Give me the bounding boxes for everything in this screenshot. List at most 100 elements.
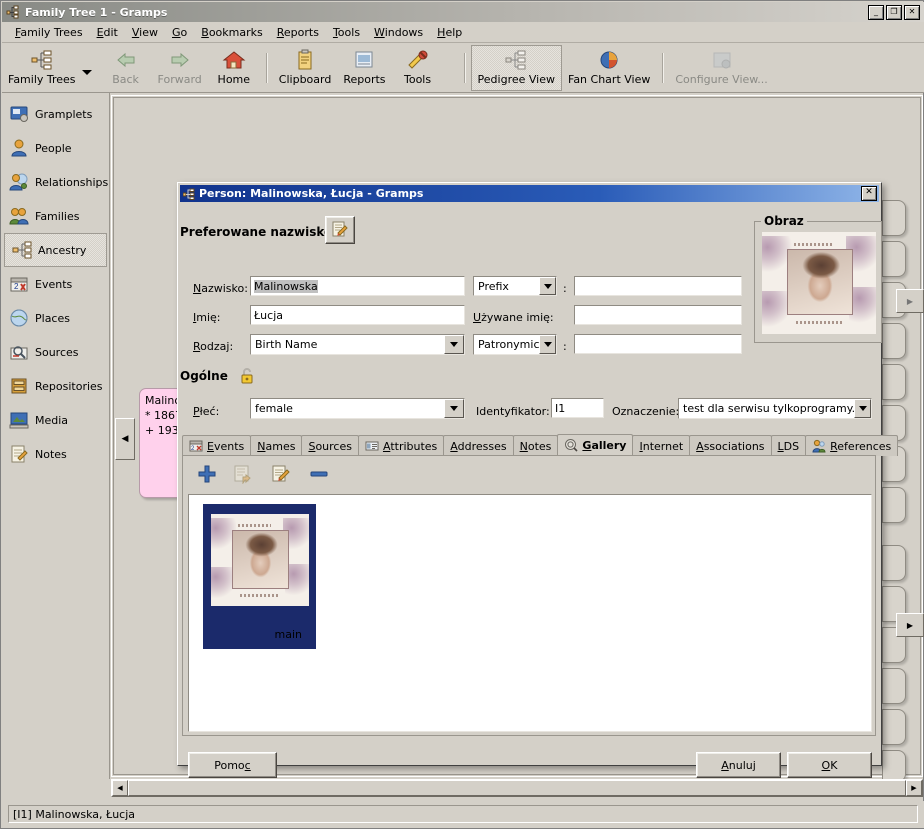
remove-media-button[interactable] (307, 463, 331, 487)
help-button-label: Pomoc (214, 758, 251, 772)
toolbar-clipboard[interactable]: Clipboard (273, 45, 338, 91)
sidebar-item-label: Ancestry (38, 243, 87, 257)
chevron-down-icon[interactable] (444, 335, 464, 354)
gallery-magnifier-icon (564, 438, 578, 452)
maximize-button[interactable]: ❐ (886, 4, 902, 20)
close-button[interactable]: ✕ (904, 4, 920, 20)
add-media-button[interactable] (195, 463, 219, 487)
toolbar-tools[interactable]: Tools (392, 45, 444, 91)
menu-reports[interactable]: Reports (270, 24, 326, 41)
toolbar-family-trees[interactable]: Family Trees (2, 45, 82, 91)
surname-suffix-input[interactable] (574, 276, 742, 296)
sidebar-item-media[interactable]: Media (2, 403, 109, 437)
pedigree-person-stub[interactable] (882, 323, 906, 359)
menu-help[interactable]: Help (430, 24, 469, 41)
menu-family-trees[interactable]: Family Trees (8, 24, 90, 41)
minimize-button[interactable]: _ (868, 4, 884, 20)
pedigree-expand-right-button-top[interactable]: ▶ (896, 289, 924, 313)
status-bar-text: [I1] Malinowska, Łucja (8, 805, 918, 823)
tab-associations[interactable]: Associations (689, 435, 772, 456)
chevron-down-icon[interactable] (444, 399, 464, 418)
ok-button[interactable]: OK (787, 752, 872, 778)
sidebar-item-people[interactable]: People (2, 131, 109, 165)
pedigree-person-stub[interactable] (882, 545, 906, 581)
dialog-close-button[interactable]: ✕ (861, 186, 877, 201)
pedigree-person-stub[interactable] (882, 750, 906, 782)
tab-addresses[interactable]: Addresses (443, 435, 514, 456)
tab-names[interactable]: Names (250, 435, 303, 456)
help-button[interactable]: Pomoc (188, 752, 277, 778)
sidebar-item-events[interactable]: 2 Events (2, 267, 109, 301)
sidebar-item-relationships[interactable]: Relationships (2, 165, 109, 199)
pedigree-person-stub[interactable] (882, 364, 906, 400)
patronymic-suffix-input[interactable] (574, 334, 742, 354)
marker-select[interactable]: test dla serwisu tylkoprogramy.pl (678, 398, 872, 419)
surname-prefix-select[interactable]: Prefix (473, 276, 557, 296)
share-media-button[interactable] (231, 463, 255, 487)
pedigree-person-stub[interactable] (882, 487, 906, 523)
gramps-tree-icon (182, 188, 195, 200)
forward-arrow-icon (168, 49, 192, 71)
left-arrow-icon: ◀ (121, 434, 129, 444)
name-type-select[interactable]: Birth Name (250, 334, 465, 355)
chevron-down-icon[interactable] (539, 335, 556, 354)
window-controls: _ ❐ ✕ (868, 4, 920, 20)
sidebar-item-ancestry[interactable]: Ancestry (4, 233, 107, 267)
sidebar-item-places[interactable]: Places (2, 301, 109, 335)
tab-label: Events (207, 439, 245, 453)
toolbar-back[interactable]: Back (100, 45, 152, 91)
open-padlock-icon[interactable] (240, 367, 256, 387)
cancel-button[interactable]: Anuluj (696, 752, 781, 778)
given-name-input[interactable]: Łucja (250, 305, 465, 325)
chevron-down-icon[interactable] (81, 70, 92, 75)
pedigree-horizontal-scrollbar[interactable]: ◀ ▶ (111, 779, 923, 797)
tab-references[interactable]: References (805, 435, 899, 456)
identifier-input[interactable]: I1 (551, 398, 604, 418)
toolbar-configure-view[interactable]: Configure View... (669, 45, 773, 91)
pedigree-person-stub[interactable] (882, 709, 906, 745)
surname-input[interactable]: Malinowska (250, 276, 465, 296)
edit-preferred-surname-button[interactable] (325, 216, 355, 244)
patronymic-select[interactable]: Patronymic (473, 334, 557, 355)
scroll-left-button[interactable]: ◀ (112, 780, 128, 796)
menu-bookmarks[interactable]: Bookmarks (194, 24, 269, 41)
menu-windows[interactable]: Windows (367, 24, 430, 41)
pedigree-view-icon (504, 49, 528, 71)
pedigree-expand-right-button-bottom[interactable]: ▶ (896, 613, 924, 637)
notes-icon (9, 444, 29, 464)
sidebar-item-repositories[interactable]: Repositories (2, 369, 109, 403)
tab-notes[interactable]: Notes (512, 435, 559, 456)
toolbar-fan-chart-view[interactable]: Fan Chart View (562, 45, 656, 91)
sidebar-item-notes[interactable]: Notes (2, 437, 109, 471)
menu-edit[interactable]: Edit (90, 24, 125, 41)
chevron-down-icon[interactable] (539, 277, 556, 295)
tab-sources[interactable]: Sources (301, 435, 359, 456)
tab-gallery[interactable]: Gallery (557, 434, 634, 456)
gallery-item-main[interactable]: main (203, 504, 316, 649)
tab-attributes[interactable]: Attributes (357, 435, 445, 456)
sidebar-item-gramplets[interactable]: Gramplets (2, 97, 109, 131)
scrollbar-thumb[interactable] (128, 780, 906, 796)
gallery-items-area[interactable]: main (188, 494, 872, 732)
scroll-right-button[interactable]: ▶ (906, 780, 922, 796)
menu-go[interactable]: Go (165, 24, 194, 41)
tab-lds[interactable]: LDS (770, 435, 807, 456)
sidebar-item-families[interactable]: Families (2, 199, 109, 233)
toolbar-pedigree-view[interactable]: Pedigree View (470, 44, 562, 91)
pedigree-person-stub[interactable] (882, 241, 906, 277)
toolbar-reports[interactable]: Reports (337, 45, 391, 91)
call-name-input[interactable] (574, 305, 742, 325)
pedigree-person-stub[interactable] (882, 200, 906, 236)
tab-events[interactable]: 2 Events (182, 435, 252, 456)
pedigree-person-stub[interactable] (882, 668, 906, 704)
toolbar-forward[interactable]: Forward (152, 45, 208, 91)
tab-internet[interactable]: Internet (632, 435, 691, 456)
edit-media-button[interactable] (269, 463, 293, 487)
sidebar-item-sources[interactable]: Sources (2, 335, 109, 369)
chevron-down-icon[interactable] (854, 399, 871, 418)
gender-select[interactable]: female (250, 398, 465, 419)
toolbar-home[interactable]: Home (208, 45, 260, 91)
pedigree-collapse-left-button[interactable]: ◀ (115, 418, 135, 460)
menu-tools[interactable]: Tools (326, 24, 367, 41)
menu-view[interactable]: View (125, 24, 165, 41)
